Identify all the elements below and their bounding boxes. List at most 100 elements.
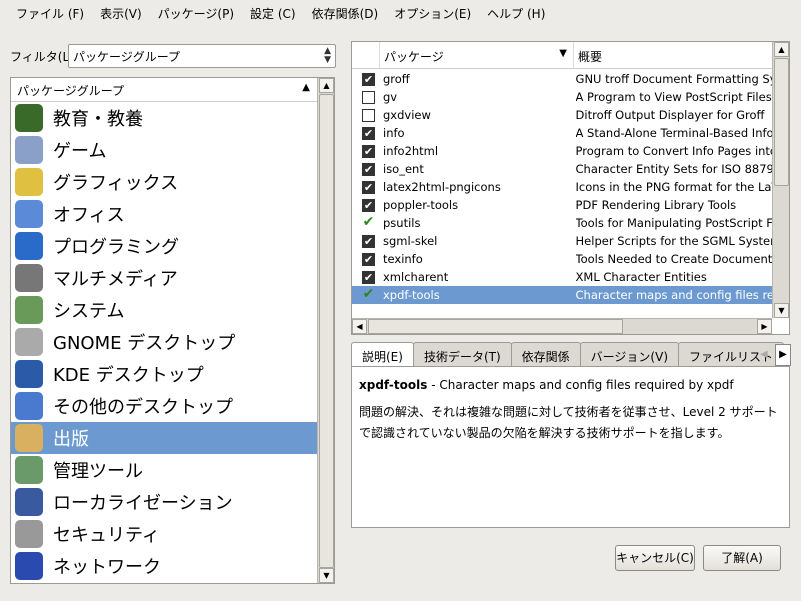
package-name: xpdf-tools bbox=[383, 288, 440, 302]
group-icon bbox=[15, 328, 43, 356]
package-row[interactable]: ✔ latex2html-pngicons Icons in the PNG for… bbox=[352, 178, 772, 196]
package-desc: Tools Needed to Create Document... bbox=[575, 252, 772, 266]
tab[interactable]: 技術データ(T) bbox=[412, 342, 512, 367]
tab[interactable]: バージョン(V) bbox=[579, 342, 680, 367]
group-item[interactable]: ローカライゼーション bbox=[11, 486, 318, 518]
scroll-down-button[interactable]: ▼ bbox=[774, 303, 789, 318]
tab-scroll-right-icon[interactable]: ▶ bbox=[775, 344, 791, 366]
scroll-up-button[interactable]: ▲ bbox=[774, 42, 789, 57]
scroll-thumb[interactable] bbox=[319, 94, 334, 568]
package-desc: GNU troff Document Formatting Sys... bbox=[575, 72, 772, 86]
group-item[interactable]: その他のデスクトップ bbox=[11, 390, 318, 422]
group-label: システム bbox=[53, 301, 125, 322]
scroll-thumb[interactable] bbox=[774, 58, 789, 186]
package-desc: Ditroff Output Displayer for Groff bbox=[575, 108, 765, 122]
menu-item[interactable]: ファイル (F) bbox=[8, 5, 92, 22]
install-checkbox[interactable]: ✔ bbox=[362, 72, 375, 86]
cancel-button[interactable]: キャンセル(C) bbox=[615, 545, 695, 571]
package-row[interactable]: gxdview Ditroff Output Displayer for Grof… bbox=[352, 106, 772, 124]
menu-item[interactable]: 設定 (C) bbox=[242, 5, 304, 22]
package-row[interactable]: ✔ info2html Program to Convert Info Pages … bbox=[352, 142, 772, 160]
install-checkbox[interactable]: ✔ bbox=[362, 180, 375, 194]
menu-item[interactable]: ヘルプ (H) bbox=[479, 5, 553, 22]
group-item[interactable]: 教育・教養 bbox=[11, 102, 318, 134]
install-checkbox[interactable]: ✔ bbox=[362, 270, 375, 284]
group-icon bbox=[15, 296, 43, 324]
group-item[interactable]: マルチメディア bbox=[11, 262, 318, 294]
package-row[interactable]: ✔ iso_ent Character Entity Sets for ISO 88… bbox=[352, 160, 772, 178]
filter-value: パッケージグループ bbox=[73, 50, 181, 64]
group-item[interactable]: プログラミング bbox=[11, 230, 318, 262]
desc-column-header[interactable]: 概要 bbox=[574, 42, 772, 68]
package-row[interactable]: ✔ info A Stand-Alone Terminal-Based Info..… bbox=[352, 124, 772, 142]
group-label: グラフィックス bbox=[53, 173, 179, 194]
scroll-up-button[interactable]: ▲ bbox=[319, 78, 334, 93]
install-checkbox[interactable]: ✔ bbox=[362, 198, 375, 212]
group-item[interactable]: ゲーム bbox=[11, 134, 318, 166]
group-icon bbox=[15, 264, 43, 292]
package-desc: Tools for Manipulating PostScript Fi... bbox=[575, 216, 772, 230]
updown-icon: ▲ ▼ bbox=[324, 46, 331, 65]
scroll-right-button[interactable]: ▶ bbox=[757, 319, 772, 334]
install-checkbox[interactable]: ✔ bbox=[362, 287, 375, 302]
package-row[interactable]: gv A Program to View PostScript Files bbox=[352, 88, 772, 106]
package-row[interactable]: ✔ texinfo Tools Needed to Create Document.… bbox=[352, 250, 772, 268]
package-name: sgml-skel bbox=[383, 234, 438, 248]
filter-combo[interactable]: パッケージグループ ▲ ▼ bbox=[68, 44, 336, 68]
package-name: info2html bbox=[383, 144, 439, 158]
install-checkbox[interactable]: ✔ bbox=[362, 162, 375, 176]
package-row[interactable]: ✔ poppler-tools PDF Rendering Library Tool… bbox=[352, 196, 772, 214]
group-label: ゲーム bbox=[53, 141, 107, 162]
check-column-header[interactable] bbox=[352, 42, 380, 68]
tab-scroll-left-icon[interactable]: ◀ bbox=[760, 344, 774, 366]
package-desc: Icons in the PNG format for the LaT... bbox=[575, 180, 772, 194]
ok-button[interactable]: 了解(A) bbox=[703, 545, 781, 571]
install-checkbox[interactable]: ✔ bbox=[362, 234, 375, 248]
install-checkbox[interactable] bbox=[362, 90, 375, 104]
menu-item[interactable]: 依存関係(D) bbox=[304, 5, 387, 22]
group-item[interactable]: オフィス bbox=[11, 198, 318, 230]
package-name: gv bbox=[383, 90, 398, 104]
package-list-scrollbar[interactable]: ▲ ▼ bbox=[772, 42, 789, 318]
scroll-left-button[interactable]: ◀ bbox=[352, 319, 367, 334]
package-list[interactable]: パッケージ ▼ 概要 ✔ groff GNU troff Document Forma… bbox=[351, 41, 790, 335]
group-item[interactable]: GNOME デスクトップ bbox=[11, 326, 318, 358]
package-row[interactable]: ✔ xpdf-tools Character maps and config fil… bbox=[352, 286, 772, 304]
group-icon bbox=[15, 104, 43, 132]
group-list[interactable]: パッケージグループ ▲ 教育・教養ゲームグラフィックスオフィス プログラミングマルチ… bbox=[10, 77, 335, 584]
hscroll-thumb[interactable] bbox=[368, 319, 623, 334]
group-item[interactable]: 出版 bbox=[11, 422, 318, 454]
scroll-down-button[interactable]: ▼ bbox=[319, 568, 334, 583]
tab[interactable]: 説明(E) bbox=[351, 342, 414, 368]
package-row[interactable]: ✔ xmlcharent XML Character Entities bbox=[352, 268, 772, 286]
group-icon bbox=[15, 168, 43, 196]
group-icon bbox=[15, 456, 43, 484]
group-label: マルチメディア bbox=[53, 269, 178, 290]
install-checkbox[interactable]: ✔ bbox=[362, 215, 375, 230]
group-list-scrollbar[interactable]: ▲ ▼ bbox=[317, 78, 334, 583]
description-panel: xpdf-tools - Character maps and config f… bbox=[351, 366, 790, 528]
package-row[interactable]: ✔ psutils Tools for Manipulating PostScrip… bbox=[352, 214, 772, 232]
group-item[interactable]: グラフィックス bbox=[11, 166, 318, 198]
menu-item[interactable]: パッケージ(P) bbox=[150, 5, 242, 22]
name-column-header[interactable]: パッケージ ▼ bbox=[380, 42, 574, 68]
package-row[interactable]: ✔ sgml-skel Helper Scripts for the SGML Sy… bbox=[352, 232, 772, 250]
group-item[interactable]: KDE デスクトップ bbox=[11, 358, 318, 390]
group-item[interactable]: システム bbox=[11, 294, 318, 326]
group-icon bbox=[15, 200, 43, 228]
group-icon bbox=[15, 488, 43, 516]
group-item[interactable]: セキュリティ bbox=[11, 518, 318, 550]
install-checkbox[interactable]: ✔ bbox=[362, 144, 375, 158]
tab[interactable]: 依存関係 bbox=[510, 342, 581, 367]
package-list-hscrollbar[interactable]: ◀ ▶ bbox=[352, 318, 772, 334]
package-row[interactable]: ✔ groff GNU troff Document Formatting Sys.… bbox=[352, 70, 772, 88]
install-checkbox[interactable]: ✔ bbox=[362, 126, 375, 140]
group-item[interactable]: ネットワーク bbox=[11, 550, 318, 582]
group-list-header[interactable]: パッケージグループ ▲ bbox=[11, 78, 318, 102]
menu-item[interactable]: 表示(V) bbox=[92, 5, 150, 22]
group-item[interactable]: 管理ツール bbox=[11, 454, 318, 486]
group-icon bbox=[15, 360, 43, 388]
menu-item[interactable]: オプション(E) bbox=[386, 5, 479, 22]
install-checkbox[interactable] bbox=[362, 108, 375, 122]
install-checkbox[interactable]: ✔ bbox=[362, 252, 375, 266]
